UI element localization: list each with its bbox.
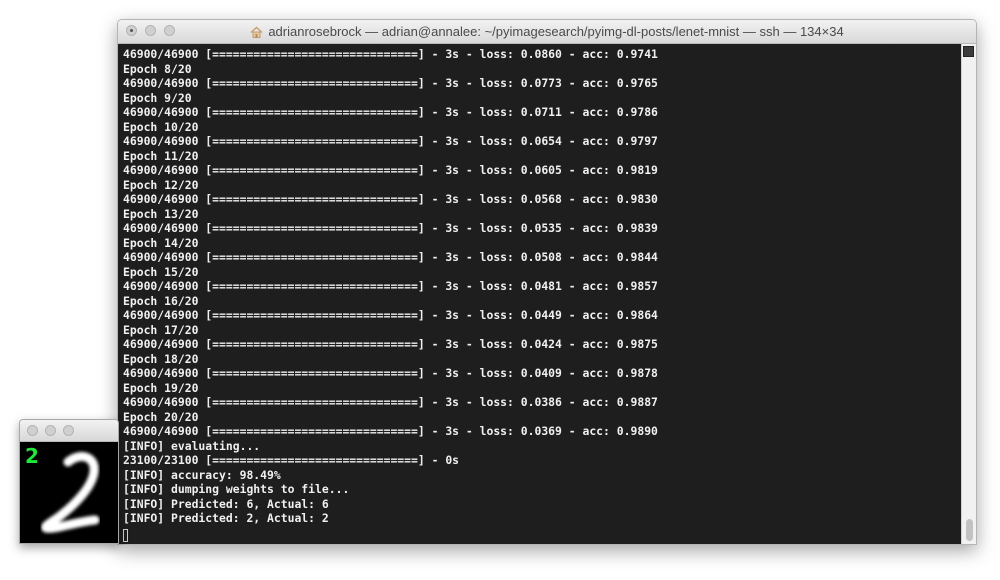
text-cursor (123, 528, 128, 542)
image-minimize-button[interactable] (45, 425, 56, 436)
terminal-line: Epoch 18/20 (123, 351, 199, 366)
terminal-line: 46900/46900 [===========================… (123, 221, 658, 235)
terminal-line: 46900/46900 [===========================… (123, 250, 658, 264)
terminal-line: 46900/46900 [===========================… (123, 163, 658, 177)
terminal-line: 46900/46900 [===========================… (123, 47, 658, 61)
terminal-line: [INFO] Predicted: 6, Actual: 6 (123, 496, 329, 511)
terminal-line: 46900/46900 [===========================… (123, 105, 658, 119)
terminal-line: Epoch 17/20 (123, 322, 199, 337)
terminal-line: Epoch 13/20 (123, 206, 199, 221)
terminal-line: Epoch 15/20 (123, 264, 199, 279)
terminal-line: [INFO] Predicted: 2, Actual: 2 (123, 511, 329, 525)
terminal-line: Epoch 19/20 (123, 380, 199, 395)
vertical-scrollbar[interactable] (961, 44, 976, 544)
terminal-line: Epoch 12/20 (123, 177, 199, 192)
image-window-title-bar[interactable] (20, 420, 118, 442)
terminal-window[interactable]: adrianrosebrock — adrian@annalee: ~/pyim… (117, 19, 977, 545)
terminal-line: [INFO] accuracy: 98.49% (123, 467, 281, 482)
terminal-line: Epoch 10/20 (123, 119, 199, 134)
terminal-line: 46900/46900 [===========================… (123, 192, 658, 206)
terminal-line: 46900/46900 [===========================… (123, 308, 658, 322)
terminal-line: [INFO] dumping weights to file... (123, 482, 350, 496)
terminal-output[interactable]: 46900/46900 [===========================… (118, 44, 962, 544)
terminal-line: Epoch 11/20 (123, 148, 199, 163)
terminal-line: 46900/46900 [===========================… (123, 424, 658, 438)
home-icon (250, 26, 263, 41)
terminal-line: Epoch 14/20 (123, 235, 199, 250)
predicted-digit-label: 2 (25, 444, 39, 468)
terminal-line: 46900/46900 [===========================… (123, 395, 658, 409)
terminal-line: Epoch 16/20 (123, 293, 199, 308)
image-window[interactable]: 2 (19, 419, 119, 544)
terminal-line: [INFO] evaluating... (123, 438, 261, 453)
terminal-line: Epoch 20/20 (123, 409, 199, 424)
window-title-text: adrianrosebrock — adrian@annalee: ~/pyim… (268, 24, 844, 39)
scrollbar-thumb[interactable] (966, 519, 973, 541)
prompt-line[interactable] (123, 526, 957, 542)
title-bar[interactable]: adrianrosebrock — adrian@annalee: ~/pyim… (118, 20, 976, 44)
image-window-controls (27, 425, 74, 436)
terminal-line: 46900/46900 [===========================… (123, 134, 658, 148)
terminal-line: 46900/46900 [===========================… (123, 279, 658, 293)
image-close-button[interactable] (27, 425, 38, 436)
terminal-line: Epoch 8/20 (123, 61, 192, 76)
terminal-line: Epoch 9/20 (123, 90, 192, 105)
image-zoom-button[interactable] (63, 425, 74, 436)
terminal-line: 23100/23100 [===========================… (123, 453, 460, 467)
terminal-line: 46900/46900 [===========================… (123, 76, 658, 90)
digit-image: 2 (20, 442, 118, 543)
terminal-line: 46900/46900 [===========================… (123, 366, 658, 380)
window-title: adrianrosebrock — adrian@annalee: ~/pyim… (118, 24, 976, 41)
split-view-icon[interactable] (963, 46, 974, 57)
terminal-line: 46900/46900 [===========================… (123, 337, 658, 351)
